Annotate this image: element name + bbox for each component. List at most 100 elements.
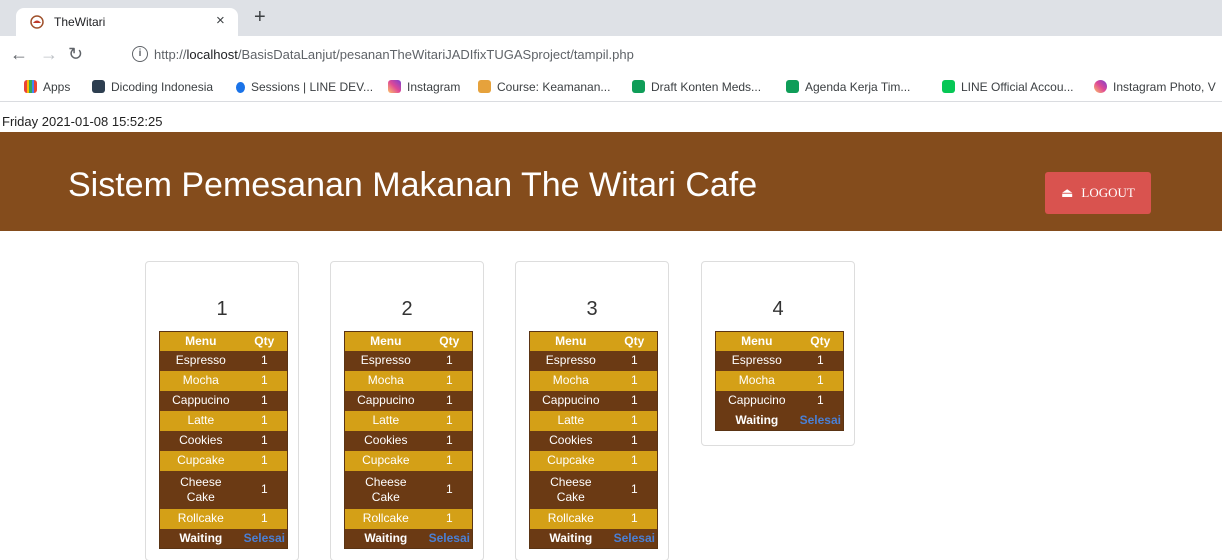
qty-cell: 1 bbox=[426, 430, 473, 451]
menu-cell: Cheese Cake bbox=[344, 470, 427, 509]
selesai-link[interactable]: Selesai bbox=[611, 528, 658, 549]
reload-icon[interactable]: ↻ bbox=[68, 44, 83, 64]
page-header: Sistem Pemesanan Makanan The Witari Cafe… bbox=[0, 132, 1222, 231]
tab-close-icon[interactable]: × bbox=[216, 12, 225, 29]
qty-cell: 1 bbox=[797, 390, 844, 411]
column-header-menu: Menu bbox=[344, 331, 427, 351]
order-number: 3 bbox=[586, 298, 598, 320]
bookmark-label: Instagram Photo, V bbox=[1113, 80, 1216, 94]
order-card: 3 Menu Qty Espresso 1 Mocha 1 Cappucino 1 Latte 1 C… bbox=[515, 261, 669, 560]
new-tab-icon[interactable]: + bbox=[254, 7, 266, 27]
bookmark-course[interactable]: Course: Keamanan... bbox=[478, 80, 610, 94]
instagram-icon bbox=[388, 80, 401, 93]
qty-cell: 1 bbox=[241, 370, 288, 391]
bookmark-line-official[interactable]: LINE Official Accou... bbox=[942, 80, 1074, 94]
apps-grid-icon bbox=[24, 80, 37, 93]
order-number: 2 bbox=[401, 298, 413, 320]
menu-cell: Cookies bbox=[344, 430, 427, 451]
table-row: Latte 1 bbox=[529, 410, 658, 431]
bookmark-instagram-photo[interactable]: Instagram Photo, V bbox=[1094, 80, 1216, 94]
table-row: Latte 1 bbox=[344, 410, 473, 431]
qty-cell: 1 bbox=[611, 350, 658, 371]
column-header-menu: Menu bbox=[159, 331, 242, 351]
table-row: Cheese Cake 1 bbox=[344, 470, 473, 509]
table-row: Latte 1 bbox=[159, 410, 288, 431]
column-header-menu: Menu bbox=[529, 331, 612, 351]
browser-tab[interactable]: TheWitari × bbox=[16, 8, 238, 36]
selesai-link[interactable]: Selesai bbox=[797, 410, 844, 431]
qty-cell: 1 bbox=[797, 350, 844, 371]
qty-cell: 1 bbox=[426, 508, 473, 529]
menu-cell: Latte bbox=[344, 410, 427, 431]
qty-cell: 1 bbox=[611, 410, 658, 431]
waiting-status: Waiting bbox=[715, 410, 798, 431]
qty-cell: 1 bbox=[241, 430, 288, 451]
table-row: Cupcake 1 bbox=[344, 450, 473, 471]
qty-cell: 1 bbox=[426, 390, 473, 411]
table-row: Cappucino 1 bbox=[715, 390, 844, 411]
browser-toolbar: ← → ↻ i http://localhost/BasisDataLanjut… bbox=[0, 36, 1222, 74]
menu-cell: Cookies bbox=[159, 430, 242, 451]
menu-cell: Latte bbox=[529, 410, 612, 431]
info-icon[interactable]: i bbox=[132, 46, 148, 62]
menu-cell: Mocha bbox=[715, 370, 798, 391]
selesai-link[interactable]: Selesai bbox=[426, 528, 473, 549]
menu-cell: Espresso bbox=[159, 350, 242, 371]
menu-cell: Cappucino bbox=[159, 390, 242, 411]
selesai-link[interactable]: Selesai bbox=[241, 528, 288, 549]
bookmark-label: Sessions | LINE DEV... bbox=[251, 80, 374, 94]
column-header-qty: Qty bbox=[426, 331, 473, 351]
instagram-photo-icon bbox=[1094, 80, 1107, 93]
menu-cell: Cheese Cake bbox=[529, 470, 612, 509]
table-header-row: Menu Qty bbox=[159, 331, 288, 351]
bookmark-label: LINE Official Accou... bbox=[961, 80, 1074, 94]
menu-cell: Cappucino bbox=[344, 390, 427, 411]
qty-cell: 1 bbox=[611, 508, 658, 529]
waiting-status: Waiting bbox=[159, 528, 242, 549]
menu-cell: Cookies bbox=[529, 430, 612, 451]
bookmark-line-dev[interactable]: Sessions | LINE DEV... bbox=[236, 80, 373, 94]
table-header-row: Menu Qty bbox=[529, 331, 658, 351]
table-row: Mocha 1 bbox=[715, 370, 844, 391]
sheets-icon bbox=[632, 80, 645, 93]
back-arrow-icon[interactable]: ← bbox=[10, 44, 28, 64]
table-row: Mocha 1 bbox=[529, 370, 658, 391]
column-header-menu: Menu bbox=[715, 331, 798, 351]
line-dev-icon bbox=[236, 82, 245, 93]
table-row: Cupcake 1 bbox=[159, 450, 288, 471]
bookmark-dicoding[interactable]: Dicoding Indonesia bbox=[92, 80, 213, 94]
table-row: Cappucino 1 bbox=[529, 390, 658, 411]
url-text: http://localhost/BasisDataLanjut/pesanan… bbox=[154, 47, 634, 62]
order-card: 4 Menu Qty Espresso 1 Mocha 1 Cappucino 1 Waiting… bbox=[701, 261, 855, 446]
column-header-qty: Qty bbox=[241, 331, 288, 351]
table-row: Espresso 1 bbox=[529, 350, 658, 371]
bookmark-apps[interactable]: Apps bbox=[24, 80, 70, 94]
menu-cell: Espresso bbox=[529, 350, 612, 371]
qty-cell: 1 bbox=[426, 450, 473, 471]
bookmark-draft-konten[interactable]: Draft Konten Meds... bbox=[632, 80, 761, 94]
address-bar[interactable]: i http://localhost/BasisDataLanjut/pesan… bbox=[124, 41, 1222, 69]
menu-cell: Cappucino bbox=[715, 390, 798, 411]
menu-cell: Mocha bbox=[344, 370, 427, 391]
dicoding-icon bbox=[92, 80, 105, 93]
table-row: Rollcake 1 bbox=[529, 508, 658, 529]
forward-arrow-icon[interactable]: → bbox=[40, 44, 58, 64]
bookmark-instagram[interactable]: Instagram bbox=[388, 80, 460, 94]
status-row: Waiting Selesai bbox=[344, 528, 473, 549]
table-row: Cheese Cake 1 bbox=[529, 470, 658, 509]
order-card: 2 Menu Qty Espresso 1 Mocha 1 Cappucino 1 Latte 1 C… bbox=[330, 261, 484, 560]
bookmark-agenda[interactable]: Agenda Kerja Tim... bbox=[786, 80, 910, 94]
url-prefix: http:// bbox=[154, 47, 187, 62]
menu-cell: Rollcake bbox=[529, 508, 612, 529]
logout-button[interactable]: ⏏ LOGOUT bbox=[1045, 172, 1151, 214]
qty-cell: 1 bbox=[797, 370, 844, 391]
qty-cell: 1 bbox=[426, 370, 473, 391]
bookmark-label: Agenda Kerja Tim... bbox=[805, 80, 911, 94]
order-table: Menu Qty Espresso 1 Mocha 1 Cappucino 1 Waiting S… bbox=[715, 331, 844, 431]
table-header-row: Menu Qty bbox=[715, 331, 844, 351]
order-number: 1 bbox=[216, 298, 228, 320]
bookmark-label: Course: Keamanan... bbox=[497, 80, 611, 94]
menu-cell: Espresso bbox=[344, 350, 427, 371]
order-number: 4 bbox=[772, 298, 784, 320]
waiting-status: Waiting bbox=[529, 528, 612, 549]
